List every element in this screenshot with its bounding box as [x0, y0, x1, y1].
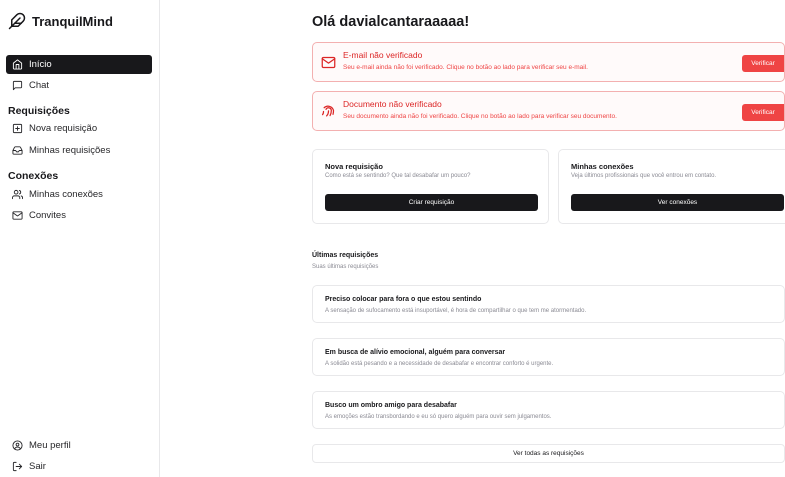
verify-email-button[interactable]: Verificar [742, 55, 784, 72]
file-plus-icon [12, 123, 23, 134]
request-description: A sensação de sufocamento está insuportá… [325, 308, 587, 314]
see-all-requests-button[interactable]: Ver todas as requisições [312, 444, 785, 463]
sidebar-item-label: Convites [29, 210, 66, 221]
section-title-requisicoes: Requisições [8, 105, 70, 117]
sidebar-item-meu-perfil[interactable]: Meu perfil [6, 436, 152, 455]
list-item[interactable]: Preciso colocar para fora o que estou se… [312, 285, 785, 323]
section-title-conexoes: Conexões [8, 170, 59, 182]
sidebar-item-label: Minhas conexões [29, 189, 103, 200]
home-icon [12, 59, 23, 70]
sidebar-item-minhas-conexoes[interactable]: Minhas conexões [6, 185, 152, 204]
card-description: Veja últimos profissionais que você entr… [571, 173, 717, 179]
alert-description: Seu documento ainda não foi verificado. … [343, 113, 617, 120]
request-title: Em busca de alívio emocional, alguém par… [325, 349, 506, 356]
sidebar-item-minhas-requisicoes[interactable]: Minhas requisições [6, 141, 152, 160]
fingerprint-icon [321, 105, 335, 117]
recent-requests-subtitle: Suas últimas requisições [312, 264, 379, 270]
sidebar-item-label: Sair [29, 461, 46, 472]
brand-name: TranquilMind [32, 13, 113, 29]
sidebar: TranquilMind Início Chat Requisições Nov… [0, 0, 160, 477]
log-out-icon [12, 461, 23, 472]
request-title: Busco um ombro amigo para desabafar [325, 402, 457, 409]
card-nova-requisicao: Nova requisição Como está se sentindo? Q… [312, 149, 549, 224]
mail-icon [12, 211, 23, 220]
view-connections-button[interactable]: Ver conexões [571, 194, 784, 211]
alert-document-unverified: Documento não verificado Seu documento a… [312, 91, 785, 131]
alert-title: E-mail não verificado [343, 50, 423, 60]
sidebar-item-convites[interactable]: Convites [6, 206, 152, 225]
request-description: A solidão está pesando e a necessidade d… [325, 361, 554, 367]
card-title: Minhas conexões [571, 162, 634, 171]
alert-title: Documento não verificado [343, 99, 442, 109]
mail-icon [321, 56, 336, 69]
sidebar-item-label: Minhas requisições [29, 145, 111, 156]
card-minhas-conexoes: Minhas conexões Veja últimos profissiona… [558, 149, 785, 224]
sidebar-item-nova-requisicao[interactable]: Nova requisição [6, 119, 152, 138]
inbox-icon [12, 146, 23, 155]
alert-email-unverified: E-mail não verificado Seu e-mail ainda n… [312, 42, 785, 82]
verify-document-button[interactable]: Verificar [742, 104, 784, 121]
users-icon [12, 189, 23, 200]
card-description: Como está se sentindo? Que tal desabafar… [325, 173, 471, 179]
sidebar-item-chat[interactable]: Chat [6, 76, 152, 95]
sidebar-item-label: Chat [29, 80, 50, 91]
sidebar-item-label: Meu perfil [29, 440, 71, 451]
page-title: Olá davialcantaraaaaa! [312, 14, 470, 30]
request-description: As emoções estão transbordando e eu só q… [325, 414, 552, 420]
sidebar-item-label: Início [29, 59, 52, 70]
sidebar-item-inicio[interactable]: Início [6, 55, 152, 74]
main-content: Olá davialcantaraaaaa! E-mail não verifi… [312, 0, 785, 477]
user-circle-icon [12, 440, 23, 451]
card-title: Nova requisição [325, 162, 383, 171]
create-request-button[interactable]: Criar requisição [325, 194, 538, 211]
alert-description: Seu e-mail ainda não foi verificado. Cli… [343, 64, 588, 71]
feather-icon [8, 12, 26, 30]
brand[interactable]: TranquilMind [8, 12, 113, 30]
list-item[interactable]: Em busca de alívio emocional, alguém par… [312, 338, 785, 376]
request-title: Preciso colocar para fora o que estou se… [325, 296, 482, 303]
list-item[interactable]: Busco um ombro amigo para desabafar As e… [312, 391, 785, 429]
sidebar-item-label: Nova requisição [29, 123, 98, 134]
sidebar-item-sair[interactable]: Sair [6, 457, 152, 476]
message-square-icon [12, 80, 23, 91]
recent-requests-title: Últimas requisições [312, 252, 379, 259]
